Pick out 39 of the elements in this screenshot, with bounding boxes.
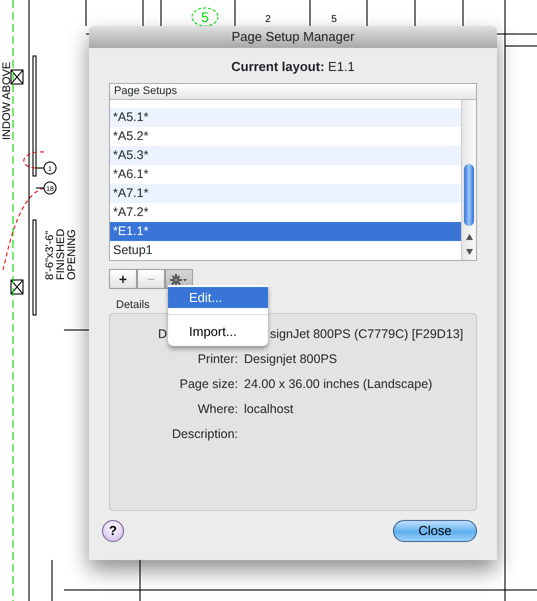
- marker-label: 5: [201, 9, 209, 25]
- note-text: OPENING: [66, 229, 78, 280]
- list-item[interactable]: *A7.1*: [110, 184, 461, 202]
- gear-icon: [170, 274, 182, 286]
- menu-item[interactable]: Import...: [168, 321, 268, 342]
- window-title: Page Setup Manager: [89, 26, 497, 48]
- caret-icon: [183, 278, 187, 282]
- details-label: Details: [116, 298, 150, 312]
- grid-label: 2: [265, 14, 271, 25]
- list-item[interactable]: *A6.1*: [110, 164, 461, 184]
- field-value: 24.00 x 36.00 inches (Landscape): [244, 376, 432, 393]
- field-label: Description:: [171, 426, 239, 443]
- field-value: Designjet 800PS: [244, 351, 338, 368]
- menu-item[interactable]: Edit...: [168, 287, 268, 308]
- list-item[interactable]: *E1.1*: [110, 222, 461, 240]
- list-item[interactable]: Setup1: [110, 240, 461, 260]
- field-label: Where:: [196, 401, 239, 418]
- field-value: localhost: [244, 401, 294, 418]
- list-item[interactable]: *A5.1*: [110, 108, 461, 126]
- close-button[interactable]: Close: [393, 520, 477, 542]
- add-button[interactable]: +: [109, 268, 137, 288]
- scroll-up-icon[interactable]: [466, 234, 473, 240]
- field-label: Page size:: [178, 376, 239, 393]
- scrollbar[interactable]: [461, 100, 476, 260]
- column-header[interactable]: Page Setups: [110, 84, 476, 100]
- list-item[interactable]: *A5.2*: [110, 126, 461, 146]
- field-value: signJet 800PS (C7779C) [F29D13]: [270, 326, 464, 343]
- note-text: FINISHED: [55, 228, 67, 280]
- field-label: Printer:: [196, 351, 239, 368]
- scroll-down-icon[interactable]: [466, 248, 473, 254]
- list-item[interactable]: *A7.2*: [110, 202, 461, 222]
- grid-label: 5: [331, 14, 337, 25]
- note-text: 8'-6"x3'-6": [44, 230, 56, 280]
- current-layout-label: Current layout: E1.1: [230, 58, 356, 76]
- list-item[interactable]: *A5.3*: [110, 146, 461, 164]
- note-text: INDOW ABOVE: [1, 62, 13, 140]
- help-button[interactable]: ?: [102, 520, 124, 542]
- field-label: D: [158, 326, 168, 343]
- marker-circle: [192, 8, 218, 26]
